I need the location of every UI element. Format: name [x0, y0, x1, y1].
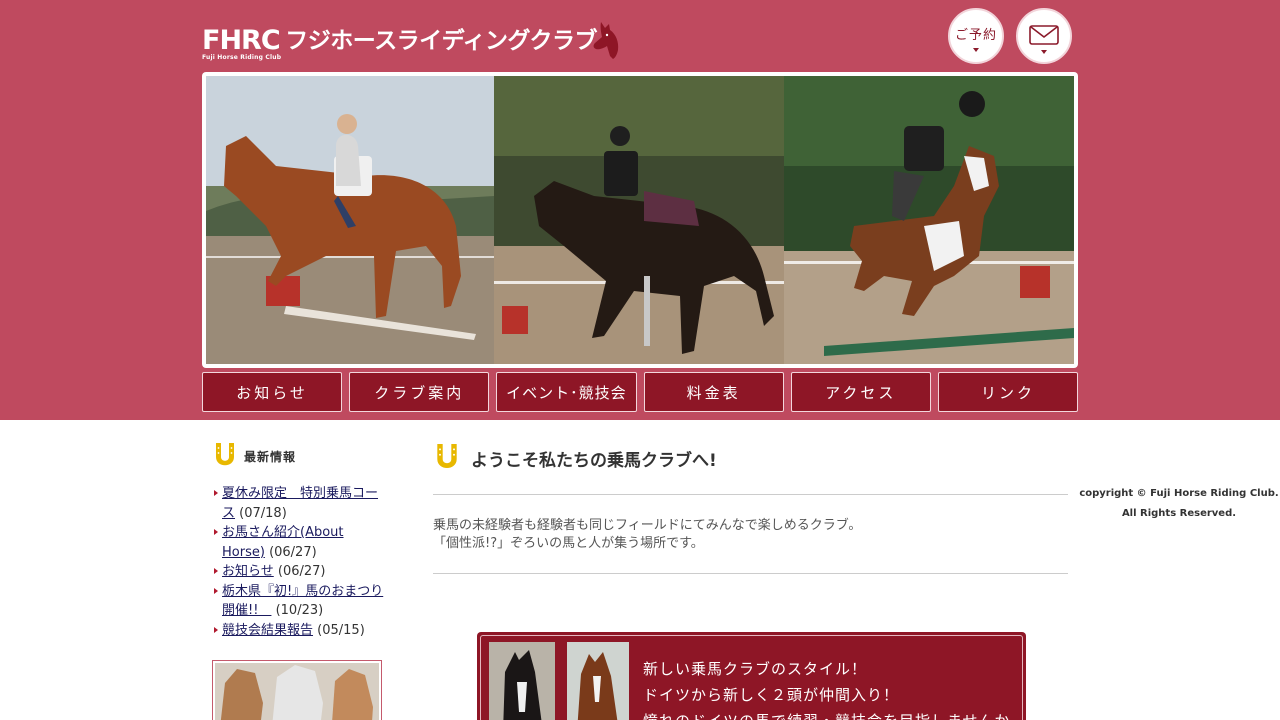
hero-banner — [202, 72, 1078, 368]
logo-fhrc-text: FHRC — [202, 25, 281, 56]
promo-photo-bay-horse — [567, 642, 629, 720]
dropdown-triangle-icon — [973, 48, 979, 52]
news-date: (06/27) — [277, 564, 326, 579]
hero-photo-chestnut-horse — [206, 76, 494, 364]
logo-club-name: フジホースライディングクラブ — [285, 28, 597, 54]
copyright-line-1: copyright © Fuji Horse Riding Club. — [1079, 488, 1279, 499]
promo-banner[interactable]: 新しい乗馬クラブのスタイル！ ドイツから新しく２頭が仲間入り！ 憧れのドイツの馬… — [477, 632, 1026, 720]
nav-links[interactable]: リンク — [937, 372, 1079, 412]
intro-line-1: 乗馬の未経験者も経験者も同じフィールドにてみんなで楽しめるクラブ。 — [433, 518, 862, 533]
nav-access[interactable]: アクセス — [790, 372, 931, 412]
news-item: 栃木県『初!』馬のおまつり開催!! (10/23) — [212, 582, 384, 621]
logo-subtitle: Fuji Horse Riding Club — [202, 54, 282, 61]
promo-line-3: 憧れのドイツの馬で練習・競技会を目指しませんか — [643, 708, 1011, 720]
dropdown-triangle-icon — [1041, 49, 1047, 54]
promo-text: 新しい乗馬クラブのスタイル！ ドイツから新しく２頭が仲間入り！ 憧れのドイツの馬… — [643, 656, 1011, 720]
horseshoe-icon — [437, 444, 457, 468]
page-title: ようこそ私たちの乗馬クラブへ! — [471, 450, 717, 471]
sidebar: 最新情報 夏休み限定 特別乗馬コース (07/18) お馬さん紹介(About … — [212, 440, 384, 720]
news-item: お馬さん紹介(About Horse) (06/27) — [212, 523, 384, 562]
news-date: (06/27) — [269, 544, 317, 560]
nav-club-guide[interactable]: クラブ案内 — [349, 372, 490, 412]
reservation-button[interactable]: ご予約 — [948, 8, 1004, 64]
news-date: (07/18) — [239, 505, 287, 521]
copyright-line-2: All Rights Reserved. — [1121, 508, 1237, 519]
news-date: (10/23) — [275, 603, 324, 618]
nav-news[interactable]: お知らせ — [202, 372, 343, 412]
site-logo[interactable]: FHRC Fuji Horse Riding Club フジホースライディングク… — [202, 20, 621, 62]
sidebar-heading: 最新情報 — [212, 440, 384, 472]
main-nav: お知らせ クラブ案内 イベント･競技会 料金表 アクセス リンク — [202, 372, 1079, 412]
horse-head-icon — [593, 22, 619, 59]
hero-photo-pinto-horse — [784, 76, 1074, 364]
news-item: 夏休み限定 特別乗馬コース (07/18) — [212, 484, 384, 523]
hero-photo-dark-horse — [494, 76, 784, 364]
nav-events[interactable]: イベント･競技会 — [496, 372, 637, 412]
divider — [433, 494, 1068, 495]
copyright: copyright © Fuji Horse Riding Club. All … — [1078, 484, 1280, 524]
sidebar-horse-banner[interactable] — [212, 660, 382, 720]
horses-photo — [215, 663, 379, 720]
logo-mark: FHRC Fuji Horse Riding Club — [202, 25, 282, 62]
welcome-heading: ようこそ私たちの乗馬クラブへ! — [433, 440, 1068, 476]
news-item: 競技会結果報告 (05/15) — [212, 621, 384, 641]
news-link[interactable]: 競技会結果報告 — [222, 623, 313, 638]
sidebar-title: 最新情報 — [244, 449, 297, 464]
news-list: 夏休み限定 特別乗馬コース (07/18) お馬さん紹介(About Horse… — [212, 484, 384, 640]
nav-prices[interactable]: 料金表 — [643, 372, 784, 412]
intro-line-2: 「個性派!?」ぞろいの馬と人が集う場所です。 — [433, 536, 704, 551]
main-content: ようこそ私たちの乗馬クラブへ! 乗馬の未経験者も経験者も同じフィールドにてみんな… — [433, 440, 1068, 574]
mail-button[interactable] — [1016, 8, 1072, 64]
promo-line-1: 新しい乗馬クラブのスタイル！ — [643, 660, 868, 678]
promo-photo-black-horse — [489, 642, 555, 720]
divider — [433, 573, 1068, 574]
intro-text: 乗馬の未経験者も経験者も同じフィールドにてみんなで楽しめるクラブ。 「個性派!?… — [433, 517, 1068, 553]
promo-line-2: ドイツから新しく２頭が仲間入り！ — [643, 686, 900, 704]
news-date: (05/15) — [317, 622, 365, 638]
news-link[interactable]: お知らせ — [222, 564, 274, 579]
news-item: お知らせ (06/27) — [212, 562, 384, 582]
mail-icon — [1029, 24, 1059, 45]
horseshoe-icon — [216, 443, 234, 466]
reservation-label: ご予約 — [954, 28, 997, 43]
